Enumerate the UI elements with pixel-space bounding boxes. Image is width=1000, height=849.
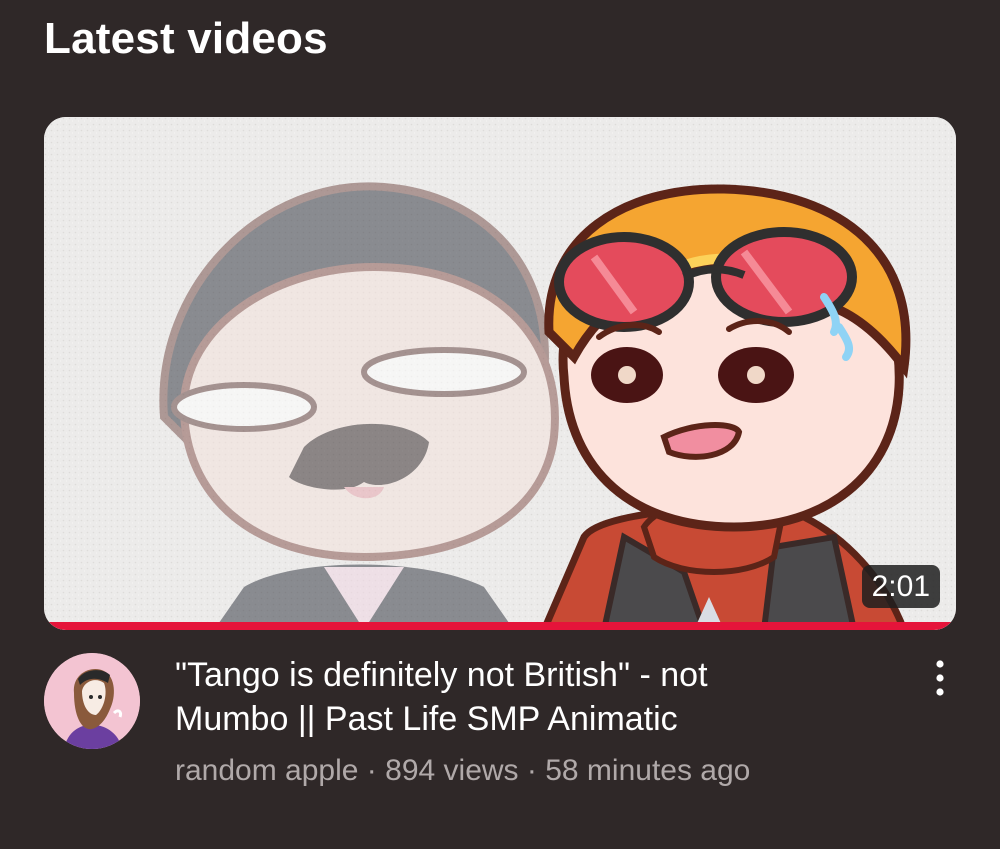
watch-progress-fill [44,622,956,630]
avatar-illustration [44,653,140,749]
meta-separator: · [358,754,386,787]
video-meta: random apple · 894 views · 58 minutes ag… [175,753,750,789]
duration-badge: 2:01 [861,565,940,608]
more-vertical-icon [936,660,944,696]
meta-separator: · [518,754,546,787]
view-count: 894 views [385,754,519,787]
section-title: Latest videos [44,14,328,63]
foreground-character [540,184,911,630]
watch-progress-bar [44,622,956,630]
video-title[interactable]: "Tango is definitely not British" - not … [175,653,815,741]
more-options-button[interactable] [924,657,956,699]
video-card[interactable]: 2:01 "Tango is definitely not British" -… [44,117,956,787]
video-thumbnail[interactable]: 2:01 [44,117,956,630]
channel-avatar[interactable] [44,653,140,749]
channel-name[interactable]: random apple [175,754,358,787]
upload-age: 58 minutes ago [545,754,751,787]
thumbnail-artwork [44,117,956,630]
